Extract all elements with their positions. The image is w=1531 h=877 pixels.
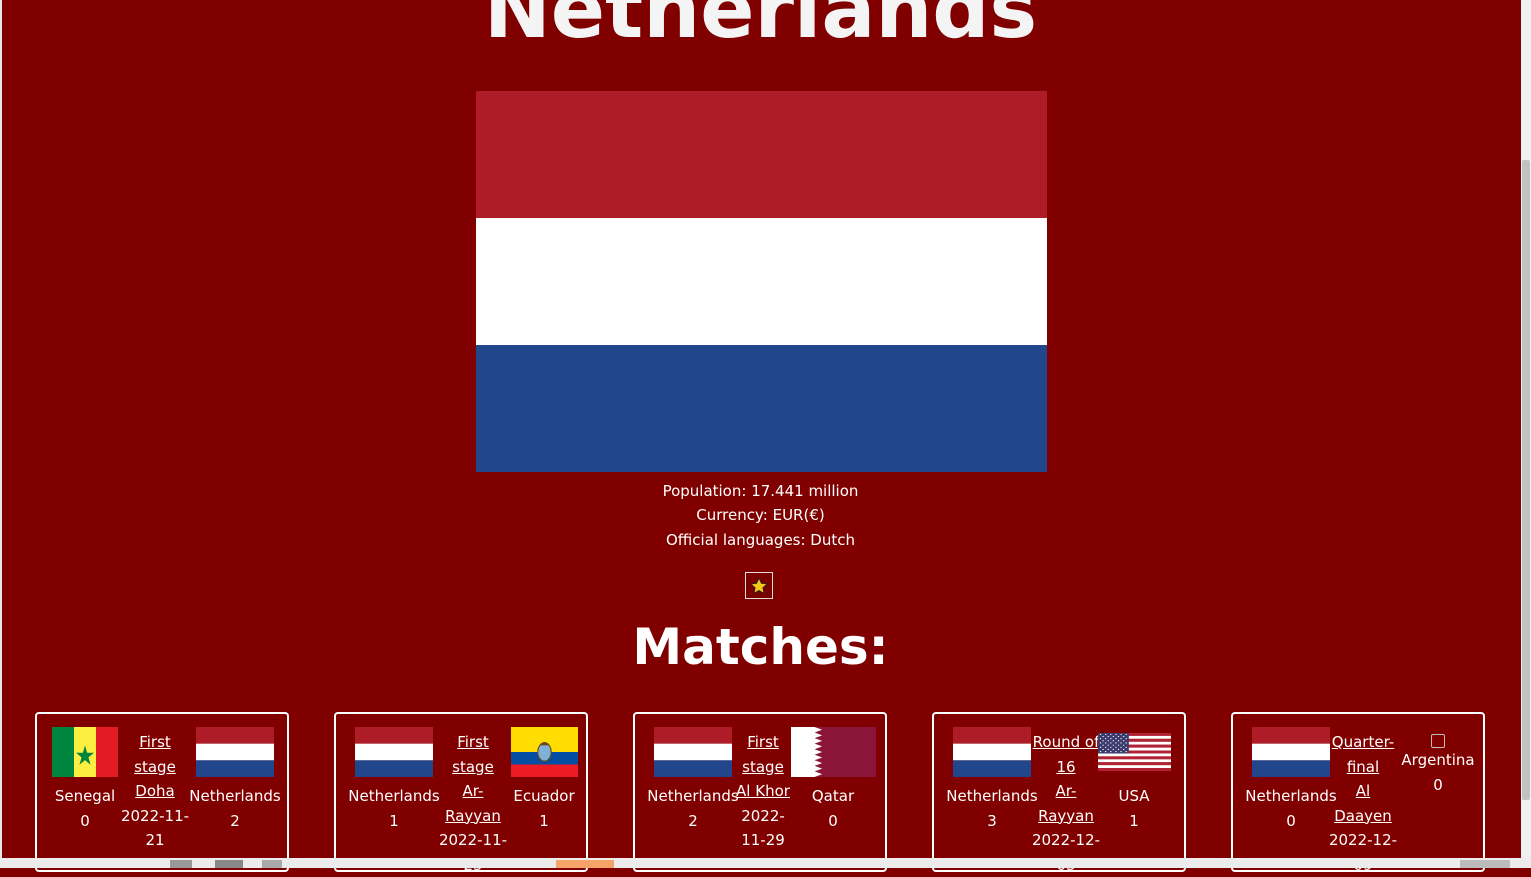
away-team-name: Netherlands — [187, 784, 283, 809]
away-team-score: 2 — [187, 809, 283, 834]
away-team: Netherlands2 — [187, 727, 283, 834]
netherlands-flag — [953, 727, 1031, 777]
flag-stripe-top — [476, 91, 1047, 218]
taskbar-icon[interactable] — [215, 860, 243, 868]
match-date: 2022-12- — [1321, 828, 1405, 853]
match-venue-link[interactable]: Daayen — [1321, 804, 1405, 829]
taskbar-icon[interactable] — [262, 860, 282, 868]
qatar-flag — [791, 727, 876, 777]
match-stage-link[interactable]: stage — [111, 755, 199, 780]
away-team-score: 1 — [502, 809, 586, 834]
netherlands-flag — [1252, 727, 1330, 777]
home-team-name: Senegal — [51, 784, 119, 809]
flag-stripe-bottom — [476, 345, 1047, 472]
match-date: 2022-11- — [111, 804, 199, 829]
window-edge — [0, 0, 2, 868]
taskbar-clock — [1460, 860, 1510, 868]
taskbar-icon[interactable] — [170, 860, 192, 868]
match-card[interactable]: Netherlands0Quarter-finalAlDaayen2022-12… — [1231, 712, 1485, 872]
away-team-name: Argentina — [1393, 748, 1483, 773]
ecuador-flag — [511, 727, 578, 777]
away-team-name: Ecuador — [502, 784, 586, 809]
home-team-score: 0 — [51, 809, 119, 834]
matches-heading: Matches: — [0, 615, 1521, 680]
match-card[interactable]: Netherlands2FirststageAl Khor2022-11-29Q… — [633, 712, 887, 872]
favorite-button[interactable] — [745, 572, 773, 599]
scrollbar[interactable] — [1521, 0, 1531, 858]
away-team-score: 1 — [1094, 809, 1174, 834]
population-text: Population: 17.441 million — [0, 479, 1521, 504]
netherlands-flag — [196, 727, 274, 777]
away-team: Argentina0 — [1393, 730, 1483, 798]
flag-stripe-middle — [476, 218, 1047, 345]
match-info: FirststageDoha2022-11-21 — [111, 730, 199, 853]
away-team-name: Qatar — [783, 784, 883, 809]
taskbar — [0, 858, 1531, 868]
away-team-score: 0 — [783, 809, 883, 834]
away-team-score: 0 — [1393, 773, 1483, 798]
country-flag — [476, 91, 1047, 472]
scrollbar-thumb[interactable] — [1522, 160, 1530, 800]
match-card[interactable]: Netherlands1FirststageAr-Rayyan2022-11-2… — [334, 712, 588, 872]
home-team: Senegal0 — [51, 727, 119, 834]
match-stage-link[interactable]: First — [111, 730, 199, 755]
match-card[interactable]: Netherlands3Round of16Ar-Rayyan2022-12-0… — [932, 712, 1186, 872]
away-team: Qatar0 — [783, 727, 883, 834]
away-team: USA1 — [1094, 733, 1174, 834]
page-title: Netherlands — [0, 0, 1521, 58]
match-date: 21 — [111, 828, 199, 853]
usa-flag — [1098, 733, 1171, 771]
away-team: Ecuador1 — [502, 727, 586, 834]
netherlands-flag — [355, 727, 433, 777]
star-icon — [749, 576, 769, 596]
match-venue-link[interactable]: Doha — [111, 779, 199, 804]
away-team-name: USA — [1094, 784, 1174, 809]
match-card[interactable]: Senegal0FirststageDoha2022-11-21Netherla… — [35, 712, 289, 872]
currency-text: Currency: EUR(€) — [0, 503, 1521, 528]
broken-image-icon — [1431, 734, 1445, 748]
senegal-flag — [52, 727, 118, 777]
languages-text: Official languages: Dutch — [0, 528, 1521, 553]
taskbar-app-icon[interactable] — [556, 860, 614, 868]
